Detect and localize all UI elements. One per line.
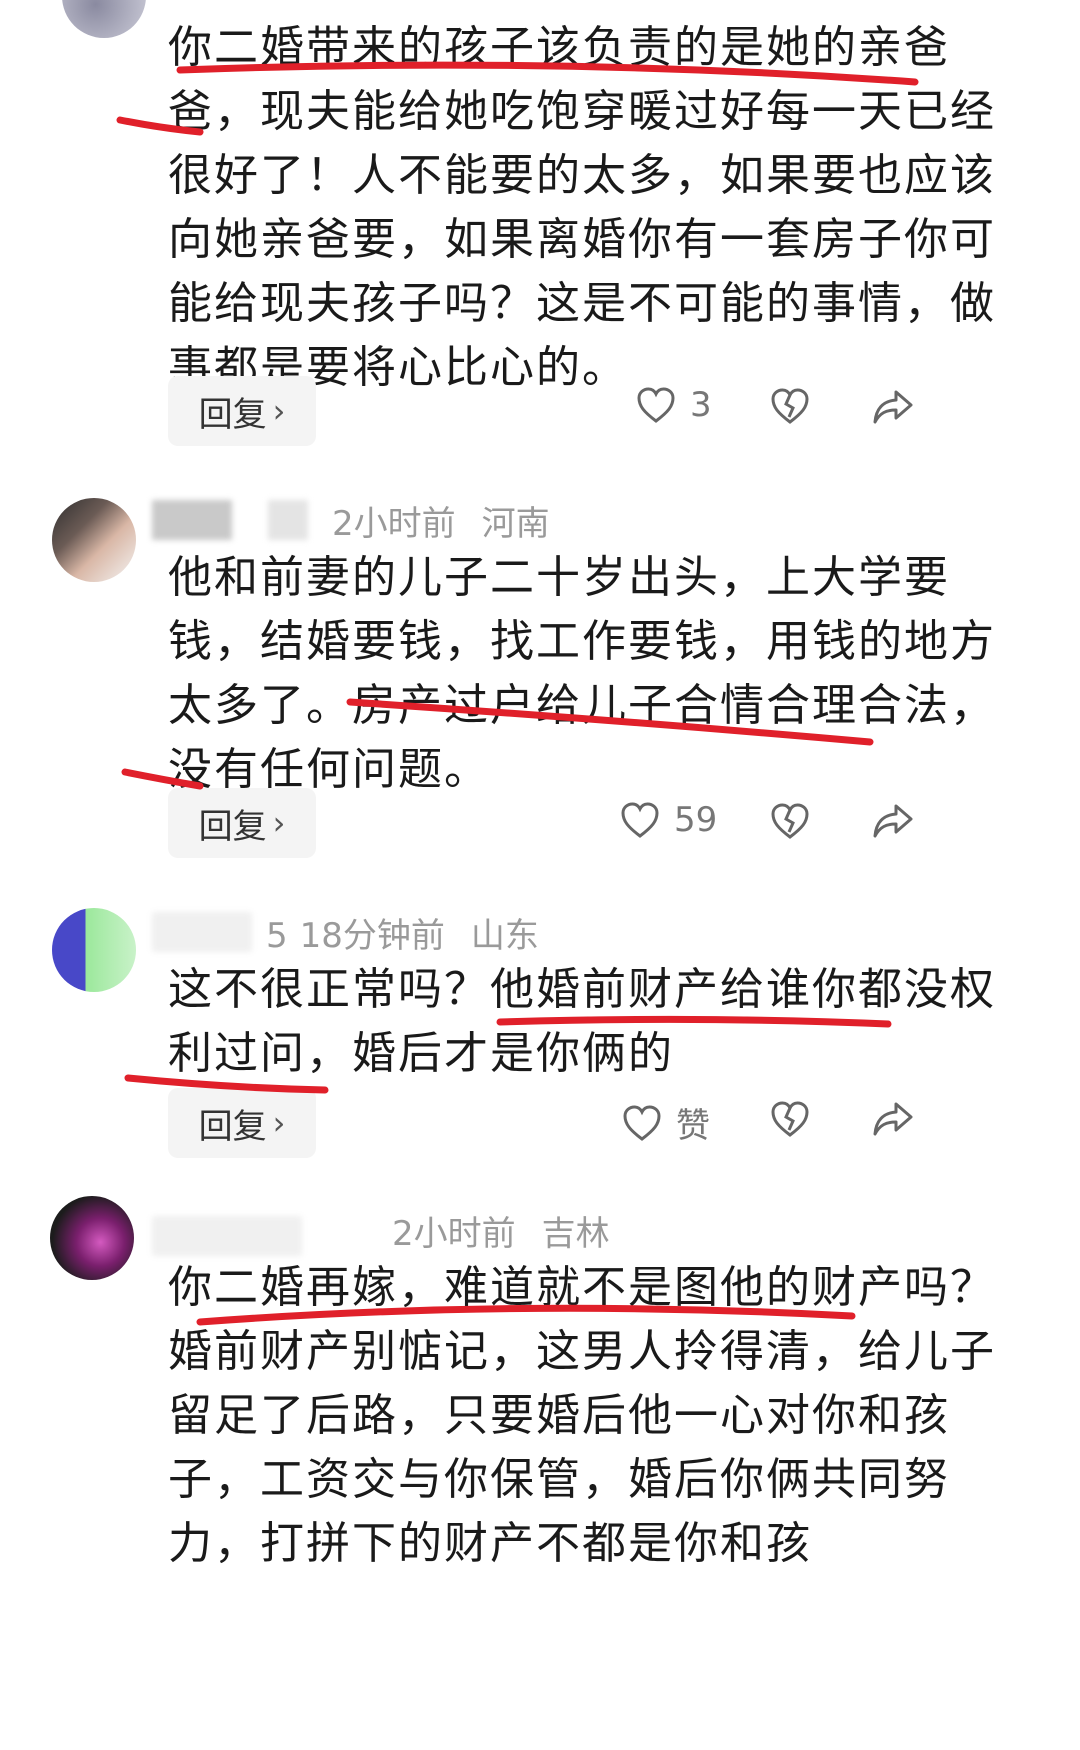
chevron-right-icon: › [272,392,286,430]
like-count: 3 [690,385,712,425]
share-button[interactable] [872,802,914,840]
chevron-right-icon: › [272,804,286,842]
like-button[interactable]: 赞 [622,1098,710,1147]
share-icon [872,1100,914,1138]
like-count: 赞 [676,1106,710,1146]
avatar[interactable] [52,908,136,992]
heart-icon [622,1104,662,1142]
broken-heart-icon [770,387,810,425]
comment-location: 吉林 [541,1214,610,1254]
broken-heart-icon [770,1100,810,1138]
comment-meta: 2小时前 河南 [332,496,576,545]
broken-heart-icon [770,802,810,840]
comment-body: 这不很正常吗？他婚前财产给谁你都没权利过问，婚后才是你俩的 [168,964,996,1079]
comment-location: 河南 [481,504,550,544]
comment-time: 2小时前 [392,1214,516,1254]
dislike-button[interactable] [770,802,810,840]
avatar[interactable] [50,1196,134,1280]
reply-label: 回复 [198,806,267,847]
comment-body: 你二婚再嫁，难道就不是图他的财产吗？婚前财产别惦记，这男人拎得清，给儿子留足了后… [168,1262,996,1569]
reply-label: 回复 [198,1106,267,1147]
username-blurred [268,500,308,540]
comment-time: 2小时前 [332,504,456,544]
dislike-button[interactable] [770,1100,810,1138]
comment-meta: 2小时前 吉林 [392,1206,636,1255]
share-icon [872,802,914,840]
heart-icon [620,801,660,839]
share-button[interactable] [872,1100,914,1138]
dislike-button[interactable] [770,387,810,425]
reply-button[interactable]: 回复 › [168,788,316,858]
comment-body: 他和前妻的儿子二十岁出头，上大学要钱，结婚要钱，找工作要钱，用钱的地方太多了。房… [168,552,996,795]
username-blurred[interactable] [152,500,232,540]
reply-label: 回复 [198,394,267,435]
reply-button[interactable]: 回复 › [168,376,316,446]
comment-body: 你二婚带来的孩子该负责的是她的亲爸爸，现夫能给她吃饱穿暖过好每一天已经很好了！人… [168,22,996,393]
username-blurred[interactable] [152,1216,302,1256]
chevron-right-icon: › [272,1104,286,1142]
share-icon [872,388,914,426]
like-count: 59 [674,800,718,840]
share-button[interactable] [872,388,914,426]
like-button[interactable]: 3 [636,385,712,425]
comment-time: 18分钟前 [299,916,445,956]
comment-meta: 5 18分钟前 山东 [266,908,565,957]
heart-icon [636,386,676,424]
reply-button[interactable]: 回复 › [168,1088,316,1158]
avatar[interactable] [62,0,146,38]
comment-location: 山东 [470,916,539,956]
avatar[interactable] [52,498,136,582]
username-blurred[interactable] [152,912,252,952]
like-button[interactable]: 59 [620,800,717,840]
username-fragment: 5 [266,916,288,956]
